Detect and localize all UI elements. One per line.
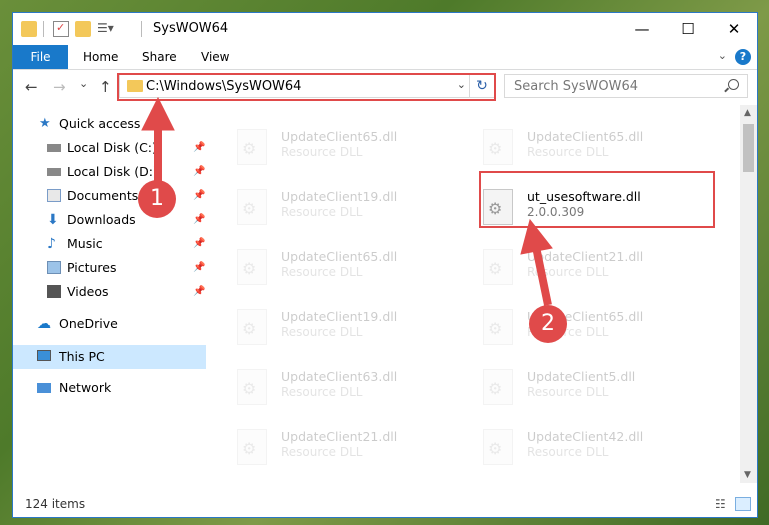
step-2-badge: 2 — [529, 305, 567, 343]
annotation-arrows — [141, 96, 553, 306]
arrow-1-head — [141, 96, 175, 131]
step-1-badge: 1 — [138, 180, 176, 218]
arrow-2-head — [520, 218, 553, 255]
arrow-2-shaft — [531, 241, 552, 306]
